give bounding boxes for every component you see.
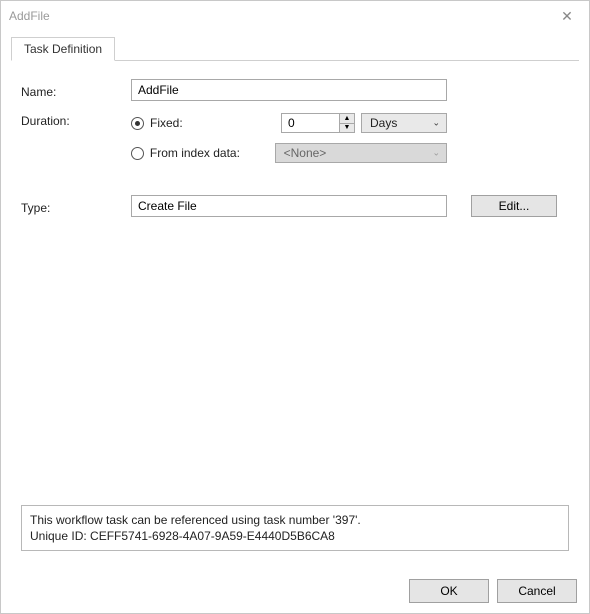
reference-line-2: Unique ID: CEFF5741-6928-4A07-9A59-E4440… [30,528,560,544]
chevron-down-icon: ⌄ [432,118,440,129]
name-input[interactable] [131,79,447,101]
from-index-select-value: <None> [284,146,327,160]
chevron-down-icon: ⌄ [432,148,440,159]
spin-up-icon[interactable]: ▲ [339,113,355,124]
fixed-value-stepper: ▲ ▼ [281,113,355,133]
spin-buttons: ▲ ▼ [339,113,355,133]
label-duration: Duration: [21,111,131,128]
tab-task-definition[interactable]: Task Definition [11,37,115,61]
dialog-footer: OK Cancel [1,569,589,613]
duration-options: Fixed: ▲ ▼ Days ⌄ [131,111,447,171]
radio-from-index-label: From index data: [150,146,261,160]
duration-fixed-line: Fixed: ▲ ▼ Days ⌄ [131,111,447,135]
radio-fixed-label: Fixed: [150,116,183,130]
label-name: Name: [21,82,131,99]
cancel-button[interactable]: Cancel [497,579,577,603]
close-icon[interactable]: ✕ [545,1,589,31]
client-area: Task Definition Name: Duration: Fixed: [1,31,589,613]
row-type: Type: Edit... [21,195,569,217]
radio-from-index[interactable] [131,147,144,160]
row-name: Name: [21,79,569,101]
unit-select-value: Days [370,116,397,130]
edit-button[interactable]: Edit... [471,195,557,217]
window-title: AddFile [9,9,50,23]
reference-info: This workflow task can be referenced usi… [21,505,569,551]
fixed-value-input[interactable] [281,113,339,133]
titlebar: AddFile ✕ [1,1,589,31]
type-input[interactable] [131,195,447,217]
tabstrip: Task Definition [11,37,579,61]
duration-from-index-line: From index data: <None> ⌄ [131,141,447,165]
dialog-window: AddFile ✕ Task Definition Name: Duration… [0,0,590,614]
unit-select[interactable]: Days ⌄ [361,113,447,133]
form: Name: Duration: Fixed: ▲ [21,79,569,227]
row-duration: Duration: Fixed: ▲ ▼ [21,111,569,171]
from-index-select: <None> ⌄ [275,143,447,163]
reference-line-1: This workflow task can be referenced usi… [30,512,560,528]
label-type: Type: [21,198,131,215]
ok-button[interactable]: OK [409,579,489,603]
spin-down-icon[interactable]: ▼ [339,124,355,134]
tab-page: Name: Duration: Fixed: ▲ [11,61,579,561]
radio-fixed[interactable] [131,117,144,130]
